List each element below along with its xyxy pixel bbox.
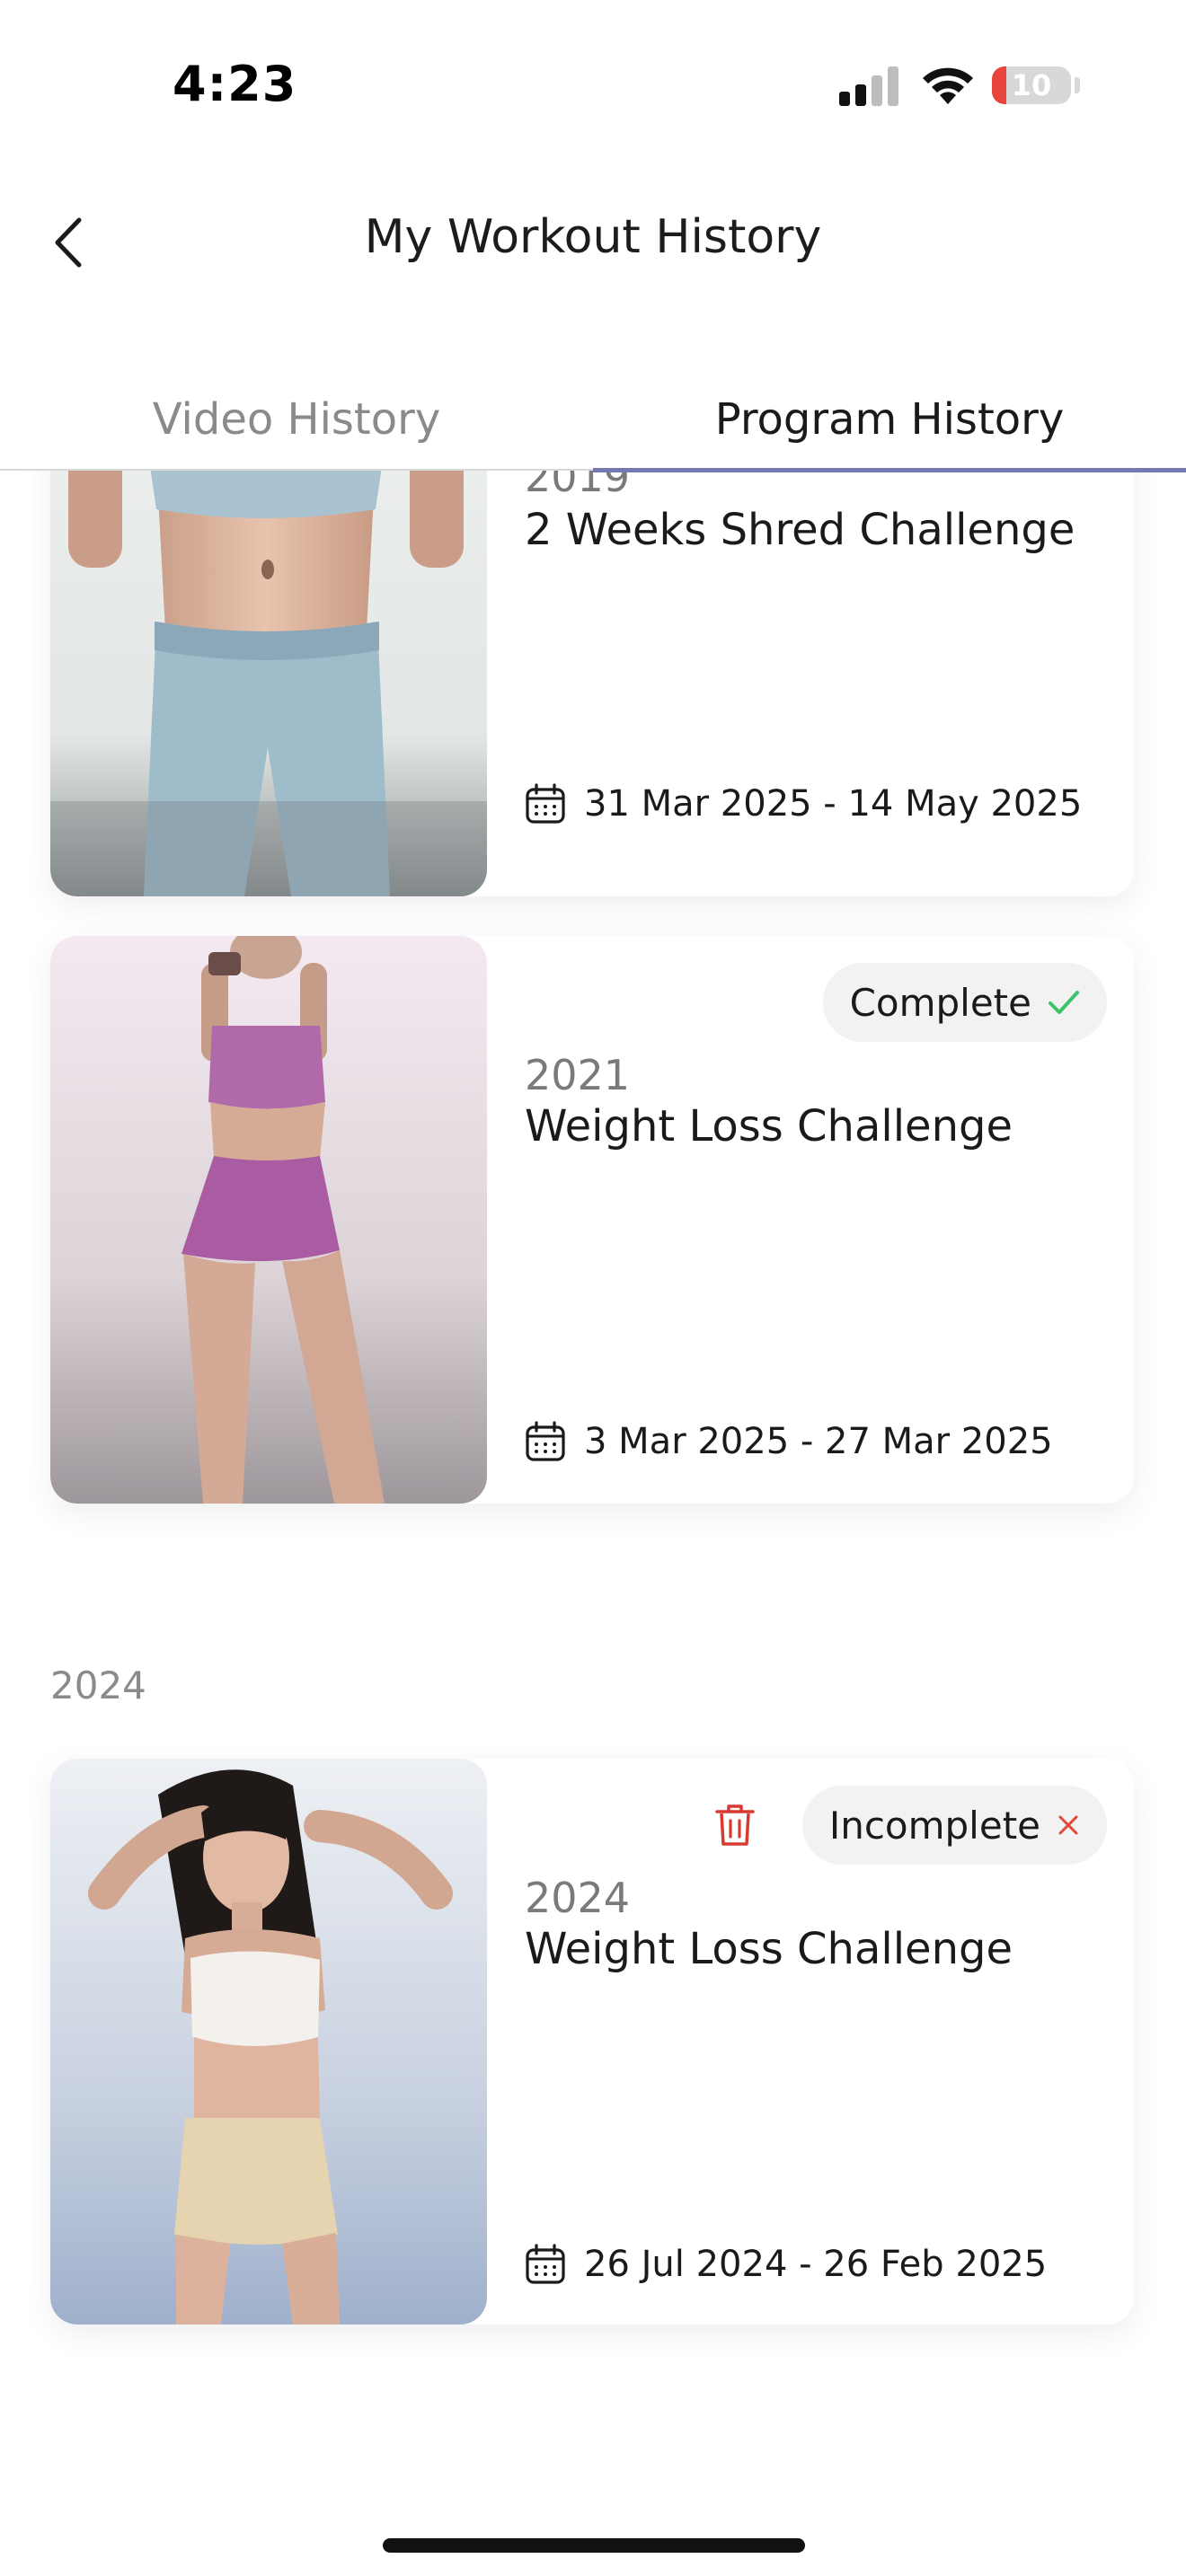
- calendar-icon: [526, 2244, 565, 2284]
- program-image: [50, 1759, 487, 2325]
- battery-icon: 10: [992, 66, 1071, 104]
- wifi-icon: [923, 67, 973, 104]
- history-list: 2019 2 Weeks Shred Challenge 31 Mar 2025…: [0, 469, 1186, 2576]
- program-title: Weight Loss Challenge: [525, 1101, 1013, 1151]
- x-icon: [1058, 1815, 1078, 1835]
- program-year: 2019: [525, 469, 631, 501]
- program-image: [50, 469, 487, 896]
- home-indicator[interactable]: [383, 2538, 805, 2553]
- status-bar: 4:23 10: [0, 0, 1186, 171]
- calendar-icon: [526, 1421, 565, 1461]
- program-card[interactable]: 2019 2 Weeks Shred Challenge 31 Mar 2025…: [50, 469, 1134, 896]
- program-date-range: 31 Mar 2025 - 14 May 2025: [584, 783, 1083, 825]
- calendar-icon: [526, 783, 565, 824]
- status-time: 4:23: [173, 56, 297, 112]
- header: My Workout History: [0, 171, 1186, 314]
- screen: 4:23 10 My Workout History Video History: [0, 0, 1186, 2576]
- program-dates: 3 Mar 2025 - 27 Mar 2025: [525, 1421, 1053, 1462]
- tab-bar: Video History Program History: [0, 377, 1186, 472]
- program-dates: 31 Mar 2025 - 14 May 2025: [525, 783, 1082, 825]
- check-icon: [1049, 991, 1079, 1014]
- program-details: Incomplete 2024 Weight Loss Challenge 26…: [525, 1759, 1107, 2325]
- status-label: Incomplete: [828, 1803, 1040, 1848]
- program-title: 2 Weeks Shred Challenge: [525, 505, 1075, 555]
- delete-button[interactable]: [708, 1796, 762, 1854]
- status-badge: Complete: [822, 963, 1107, 1042]
- program-title: Weight Loss Challenge: [525, 1924, 1013, 1974]
- signal-icon: [839, 66, 898, 106]
- status-badge: Incomplete: [801, 1786, 1107, 1865]
- status-label: Complete: [849, 980, 1031, 1025]
- section-year-header: 2024: [50, 1663, 146, 1707]
- program-card[interactable]: Complete 2021 Weight Loss Challenge 3 Ma…: [50, 936, 1134, 1504]
- program-dates: 26 Jul 2024 - 26 Feb 2025: [525, 2244, 1047, 2285]
- tab-program-history[interactable]: Program History: [593, 377, 1186, 467]
- page-title: My Workout History: [364, 210, 822, 264]
- battery-percent: 10: [1011, 68, 1052, 102]
- program-date-range: 26 Jul 2024 - 26 Feb 2025: [584, 2244, 1048, 2285]
- tab-video-history[interactable]: Video History: [0, 377, 593, 467]
- trash-icon: [715, 1804, 755, 1846]
- program-details: Complete 2021 Weight Loss Challenge 3 Ma…: [525, 936, 1107, 1504]
- program-details: 2019 2 Weeks Shred Challenge 31 Mar 2025…: [525, 469, 1107, 896]
- program-year: 2024: [525, 1874, 631, 1922]
- program-card[interactable]: Incomplete 2024 Weight Loss Challenge 26…: [50, 1759, 1134, 2325]
- active-tab-indicator: [593, 468, 1186, 472]
- program-year: 2021: [525, 1051, 631, 1099]
- program-date-range: 3 Mar 2025 - 27 Mar 2025: [584, 1421, 1053, 1462]
- program-image: [50, 936, 487, 1504]
